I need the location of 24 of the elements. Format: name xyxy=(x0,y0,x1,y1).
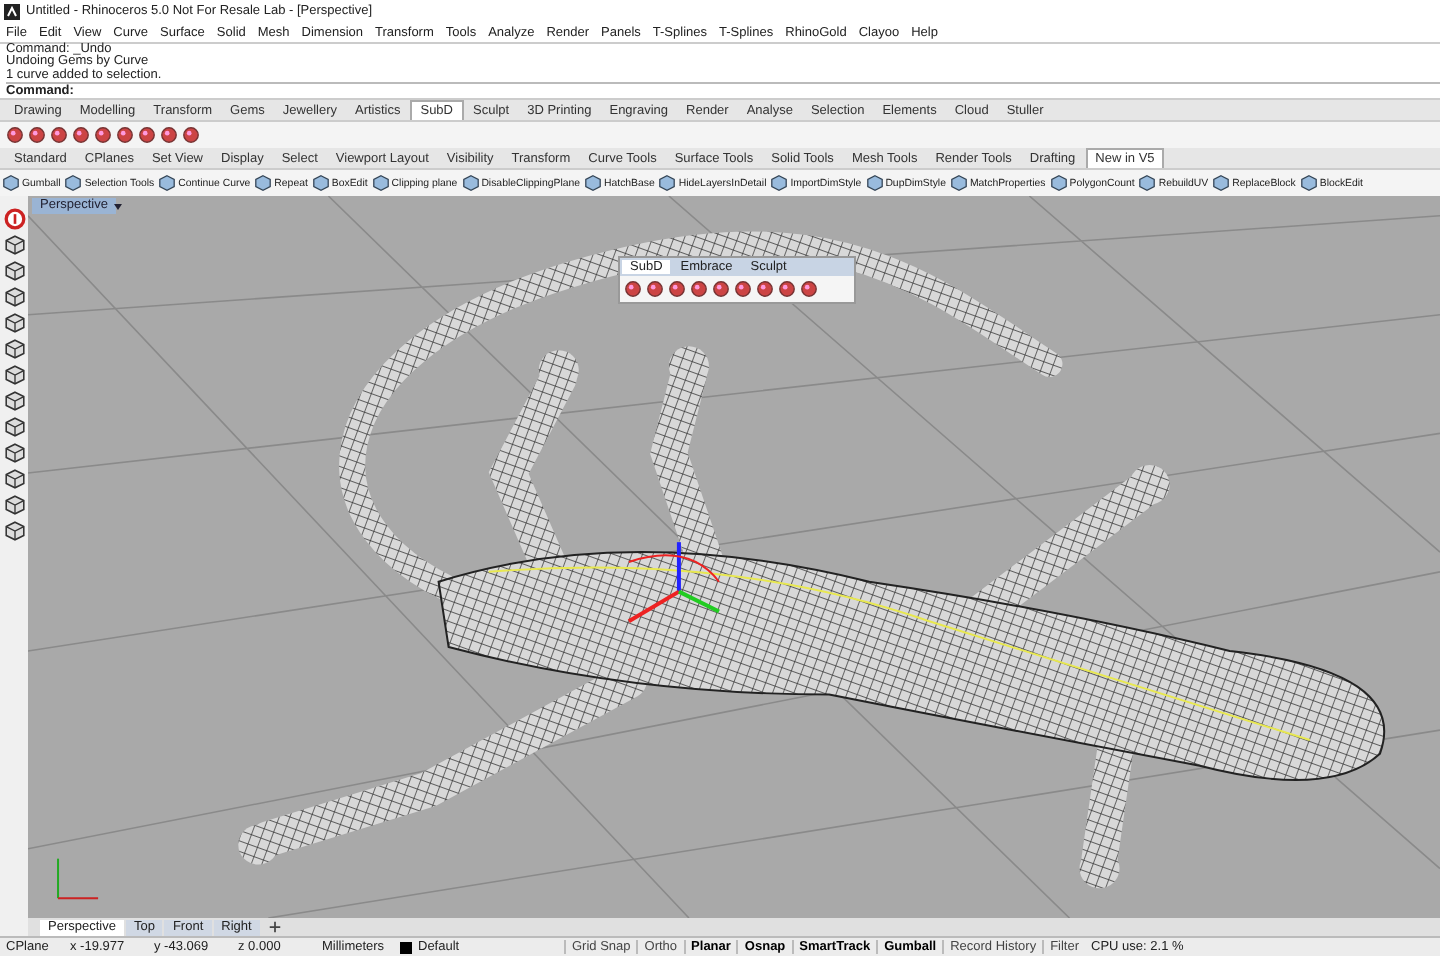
sphere-icon[interactable] xyxy=(28,126,46,144)
sphere-icon[interactable] xyxy=(116,126,134,144)
stop-icon[interactable] xyxy=(3,208,25,230)
sphere-icon[interactable] xyxy=(6,126,24,144)
axis-icon xyxy=(57,857,100,900)
sphere-icon[interactable] xyxy=(72,126,90,144)
sphere-icon[interactable] xyxy=(800,280,818,298)
sphere-icon[interactable] xyxy=(734,280,752,298)
sphere-icon[interactable] xyxy=(138,126,156,144)
layer-swatch xyxy=(400,941,412,953)
sphere-icon[interactable] xyxy=(94,126,112,144)
sphere-icon[interactable] xyxy=(50,126,68,144)
sphere-icon[interactable] xyxy=(712,280,730,298)
sphere-icon[interactable] xyxy=(624,280,642,298)
sphere-icon[interactable] xyxy=(182,126,200,144)
sphere-icon[interactable] xyxy=(646,280,664,298)
caret-icon[interactable] xyxy=(112,200,124,212)
sphere-icon[interactable] xyxy=(668,280,686,298)
gumball-drawing[interactable] xyxy=(627,542,720,623)
add-icon[interactable] xyxy=(267,920,282,934)
sphere-icon[interactable] xyxy=(690,280,708,298)
sphere-icon[interactable] xyxy=(756,280,774,298)
sphere-icon[interactable] xyxy=(778,280,796,298)
sphere-icon[interactable] xyxy=(160,126,178,144)
